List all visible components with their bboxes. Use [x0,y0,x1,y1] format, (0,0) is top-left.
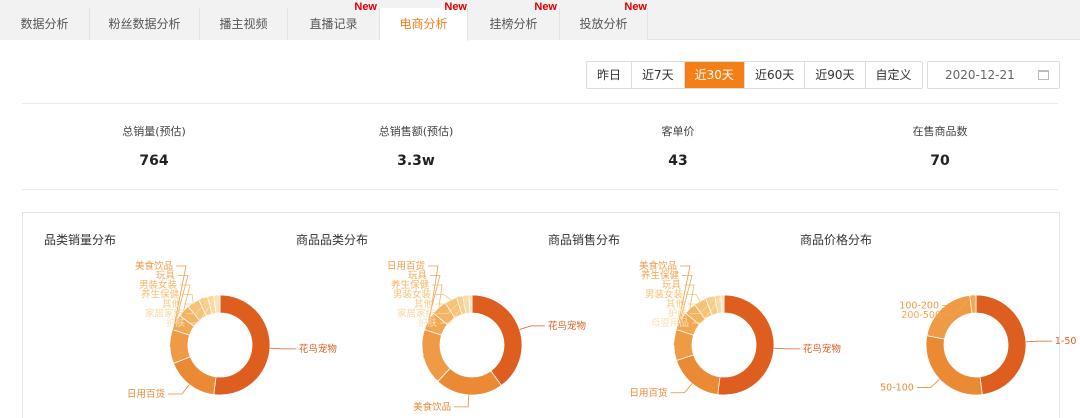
slice-label: 护肤 [166,317,186,329]
donut-slice[interactable] [925,335,983,396]
stat-value: 43 [668,153,688,169]
tab-ecommerce-analysis[interactable]: 电商分析 New [380,1,468,41]
stat-value: 764 [139,153,169,169]
chart-title: 品类销量分布 [44,233,117,247]
date-value: 2020-12-21 [945,68,1015,82]
tab-label: 电商分析 [399,17,448,31]
chart-title: 商品销售分布 [548,233,621,247]
slice-label: 花鸟宠物 [803,343,842,355]
price-distribution-donut: 1-5050-100100-200200-500 [880,294,1077,396]
tab-label: 投放分析 [579,17,628,31]
date-range-selector: 昨日 近7天 近30天 近60天 近90天 自定义 [586,61,923,89]
tab-label: 播主视频 [219,17,268,31]
date-picker-input[interactable]: 2020-12-21 [927,61,1060,89]
tab-fans-analysis[interactable]: 粉丝数据分析 [90,8,200,40]
tab-label: 粉丝数据分析 [108,17,181,31]
slice-label: 花鸟宠物 [548,320,587,332]
donut-slice[interactable] [471,294,523,387]
tab-live-records[interactable]: 直播记录 New [288,1,380,40]
product-category-donut: 花鸟宠物美食饮品日用百货玩具养生保健男装女装其他家居家纺护肤 [387,260,587,413]
donut-slice[interactable] [213,294,271,396]
new-badge: New [624,1,647,13]
slice-label: 花鸟宠物 [299,343,338,355]
slice-label: 日用百货 [629,387,667,399]
label-leader-line [519,325,545,330]
divider [22,103,1058,104]
tab-data-analysis[interactable]: 数据分析 [0,8,90,40]
stat-value: 70 [930,153,950,169]
tab-ranking-analysis[interactable]: 挂榜分析 New [468,1,560,40]
product-sales-donut: 花鸟宠物日用百货美食饮品养生保健玩具男装女装其他护肤母婴用品 [629,260,842,399]
range-custom-button[interactable]: 自定义 [865,62,922,88]
range-90d-button[interactable]: 近90天 [805,62,866,88]
label-leader-line [454,394,470,408]
range-60d-button[interactable]: 近60天 [744,62,806,88]
label-leader-line [773,347,800,350]
new-badge: New [444,1,467,13]
range-30d-button[interactable]: 近30天 [684,62,745,88]
stat-total-revenue: 总销售额(预估) 3.3w [306,123,526,169]
label-leader-line [167,384,190,395]
label-leader-line [1025,340,1052,343]
slice-label: 1-50 [1055,336,1077,347]
stat-avg-order-value: 客单价 43 [568,123,788,169]
label-leader-line [670,383,693,394]
tab-label: 挂榜分析 [489,17,538,31]
donut-slice[interactable] [172,356,217,396]
label-leader-line [434,294,451,301]
slice-label: 美食饮品 [413,401,451,413]
stat-value: 3.3w [397,153,435,169]
stat-label: 总销量(预估) [122,125,186,138]
label-leader-line [686,294,701,302]
stat-label: 总销售额(预估) [378,125,454,138]
slice-label: 母婴用品 [651,318,689,329]
category-sales-donut: 花鸟宠物日用百货美食饮品玩具男装女装养生保健其他家居家纺护肤 [127,260,338,400]
slice-label: 日用百货 [127,388,165,400]
label-leader-line [269,347,296,350]
calendar-icon[interactable] [1038,70,1049,80]
tab-bar: 数据分析 粉丝数据分析 播主视频 直播记录 New 电商分析 New 挂榜分析 New… [0,0,1080,41]
range-7d-button[interactable]: 近7天 [632,62,685,88]
donut-slice[interactable] [437,367,502,396]
new-badge: New [354,1,377,13]
tab-label: 直播记录 [309,17,358,31]
range-yesterday-button[interactable]: 昨日 [587,62,633,88]
slice-label: 50-100 [880,382,914,393]
slice-label: 护肤 [418,317,438,329]
tab-ad-analysis[interactable]: 投放分析 New [560,1,648,40]
stat-label: 在售商品数 [912,125,968,138]
slice-label: 200-500 [901,310,941,321]
donut-slice[interactable] [975,294,1027,396]
donut-slice[interactable] [717,294,775,396]
chart-title: 商品品类分布 [296,233,369,247]
tab-creator-videos[interactable]: 播主视频 [200,8,288,40]
stat-products-on-sale: 在售商品数 70 [830,123,1050,169]
label-leader-line [916,378,940,388]
tab-label: 数据分析 [20,17,69,31]
divider [22,189,1058,190]
chart-title: 商品价格分布 [800,233,873,247]
donut-slice[interactable] [675,354,721,396]
stat-label: 客单价 [661,125,695,138]
new-badge: New [534,1,557,13]
stat-total-sales: 总销量(预估) 764 [44,123,264,169]
